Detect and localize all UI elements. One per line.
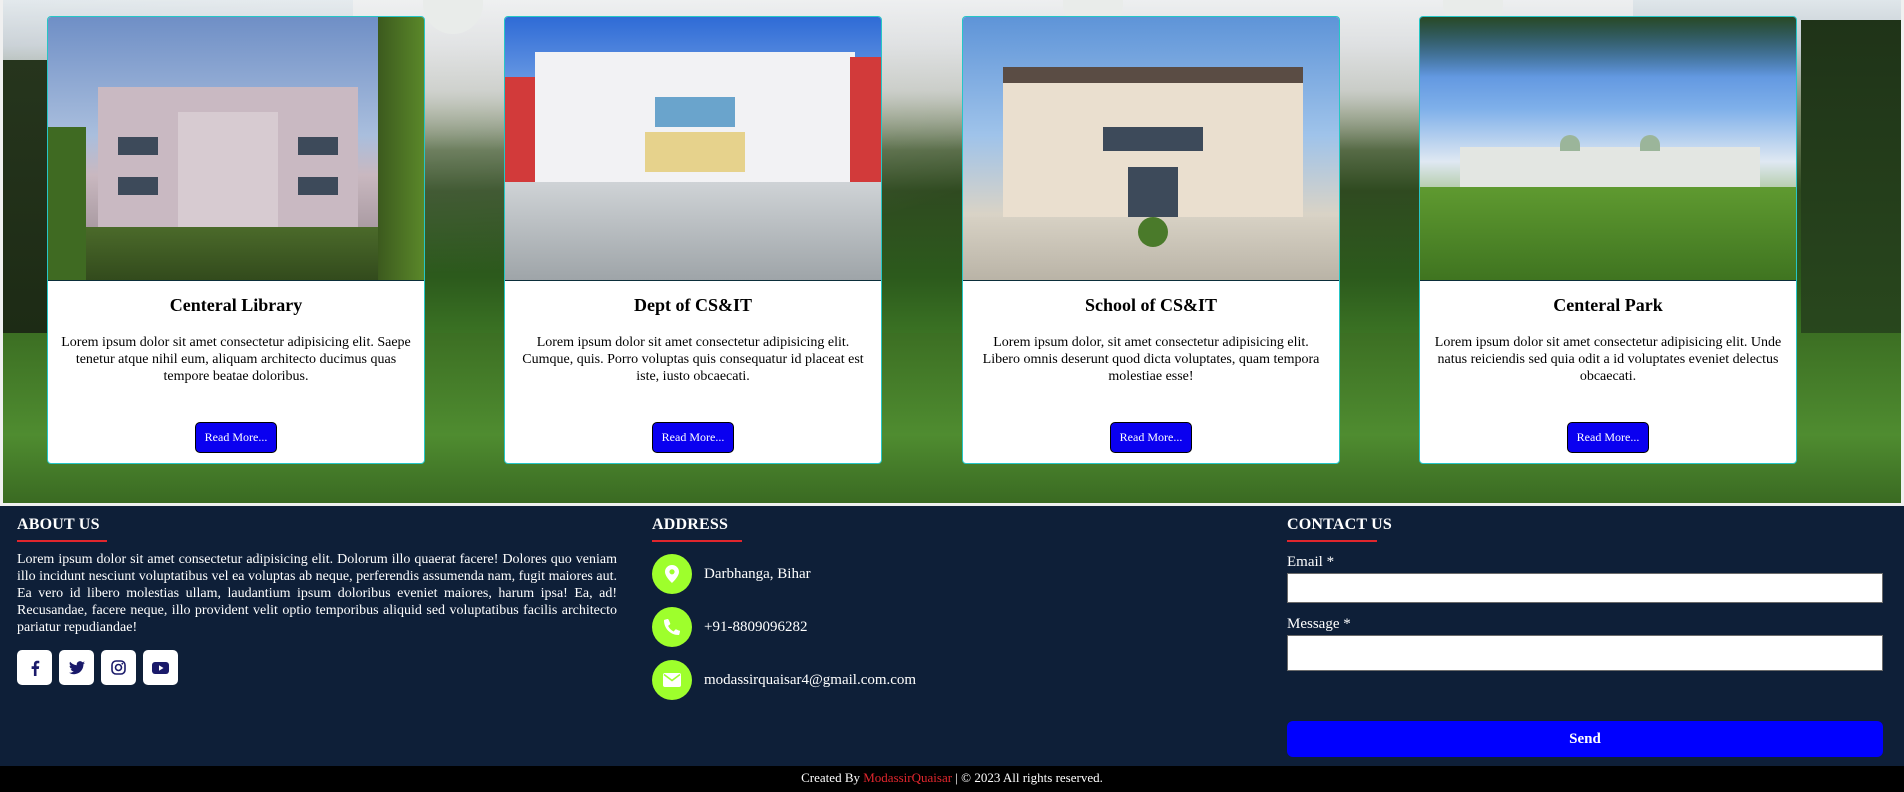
message-label: Message * [1287, 616, 1351, 632]
email-label: Email * [1287, 554, 1335, 570]
address-heading: ADDRESS [652, 516, 729, 533]
read-more-button[interactable]: Read More... [651, 422, 735, 453]
address-email: modassirquaisar4@gmail.com.com [652, 659, 916, 701]
envelope-icon [652, 660, 692, 700]
hero-section: Centeral Library Lorem ipsum dolor sit a… [0, 0, 1904, 506]
heading-underline [1287, 540, 1377, 542]
created-by-text: Created By [801, 770, 860, 785]
email-input[interactable] [1287, 573, 1883, 603]
card-title: Dept of CS&IT [633, 295, 752, 315]
card-description: Lorem ipsum dolor sit amet consectetur a… [61, 335, 411, 384]
card-title: Centeral Library [169, 295, 303, 315]
facebook-icon[interactable] [17, 650, 52, 685]
message-textarea[interactable] [1287, 635, 1883, 671]
heading-underline [652, 540, 742, 542]
card-dept-csit: Dept of CS&IT Lorem ipsum dolor sit amet… [504, 16, 882, 464]
phone-icon [652, 607, 692, 647]
card-description: Lorem ipsum dolor sit amet consectetur a… [1434, 335, 1782, 384]
copyright-bar: Created By ModassirQuaisar | © 2023 All … [0, 766, 1904, 792]
card-description: Lorem ipsum dolor, sit amet consectetur … [982, 335, 1320, 384]
read-more-button[interactable]: Read More... [1566, 422, 1650, 453]
card-image-central-park [1420, 17, 1796, 281]
footer: ABOUT US Lorem ipsum dolor sit amet cons… [0, 506, 1904, 766]
about-section: ABOUT US Lorem ipsum dolor sit amet cons… [17, 516, 617, 685]
card-title: School of CS&IT [1084, 295, 1218, 315]
twitter-icon[interactable] [59, 650, 94, 685]
contact-section: CONTACT US Email * Message * Send [1287, 516, 1883, 757]
address-location: Darbhanga, Bihar [652, 553, 916, 595]
about-heading: ABOUT US [17, 516, 100, 533]
card-central-library: Centeral Library Lorem ipsum dolor sit a… [47, 16, 425, 464]
address-phone: +91-8809096282 [652, 606, 916, 648]
send-button[interactable]: Send [1287, 721, 1883, 757]
background-trees [1801, 20, 1901, 380]
phone-text: +91-8809096282 [704, 618, 808, 635]
separator: | [955, 770, 958, 785]
card-image-school-csit [963, 17, 1339, 281]
read-more-button[interactable]: Read More... [1109, 422, 1193, 453]
heading-underline [17, 540, 107, 542]
address-section: ADDRESS Darbhanga, Bihar +91-8809096282 … [652, 516, 916, 701]
read-more-button[interactable]: Read More... [194, 422, 278, 453]
social-links [17, 650, 617, 685]
required-mark: * [1326, 554, 1335, 570]
card-description: Lorem ipsum dolor sit amet consectetur a… [522, 335, 864, 384]
card-image-central-library [48, 17, 424, 281]
instagram-icon[interactable] [101, 650, 136, 685]
card-image-dept-csit [505, 17, 881, 281]
map-pin-icon [652, 554, 692, 594]
card-school-csit: School of CS&IT Lorem ipsum dolor, sit a… [962, 16, 1340, 464]
copyright-icon: © [961, 770, 972, 785]
card-title: Centeral Park [1553, 295, 1663, 315]
required-mark: * [1343, 616, 1351, 632]
location-text: Darbhanga, Bihar [704, 565, 811, 582]
youtube-icon[interactable] [143, 650, 178, 685]
about-text: Lorem ipsum dolor sit amet consectetur a… [17, 552, 617, 635]
email-text: modassirquaisar4@gmail.com.com [704, 671, 917, 688]
contact-heading: CONTACT US [1287, 516, 1392, 533]
copyright-text: 2023 All rights reserved. [974, 770, 1103, 785]
card-grid: Centeral Library Lorem ipsum dolor sit a… [47, 16, 1797, 464]
card-central-park: Centeral Park Lorem ipsum dolor sit amet… [1419, 16, 1797, 464]
author-link[interactable]: ModassirQuaisar [863, 770, 952, 785]
